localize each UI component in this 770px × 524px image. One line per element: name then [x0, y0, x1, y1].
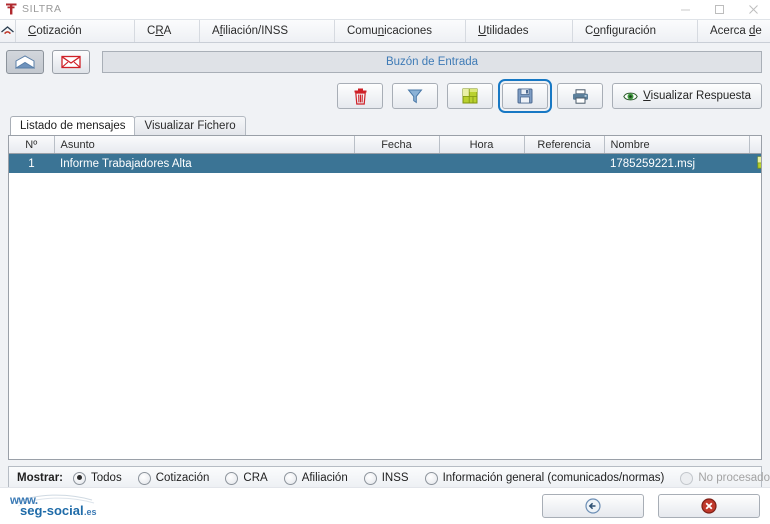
window-controls — [668, 0, 770, 18]
title-bar: SILTRA — [0, 0, 770, 19]
seg-social-logo: www. seg-social .es — [6, 490, 114, 523]
column-header-nombre[interactable]: Nombre — [604, 136, 750, 154]
menu-item-label: Utilidades — [478, 25, 529, 37]
radio-label: CRA — [243, 472, 268, 484]
view-response-label: Visualizar Respuesta — [643, 90, 751, 102]
column-header-numero[interactable]: Nº — [9, 136, 55, 154]
siltra-application-window: SILTRA Cotización CRA Afiliación/INSS Co… — [0, 0, 770, 524]
filter-button[interactable] — [392, 83, 439, 109]
radio-informacion-general[interactable]: Información general (comunicados/normas) — [424, 471, 665, 485]
tab-listado-de-mensajes[interactable]: Listado de mensajes — [10, 116, 136, 135]
view-response-button[interactable]: Visualizar Respuesta — [612, 83, 762, 109]
column-header-asunto[interactable]: Asunto — [54, 136, 355, 154]
mailbox-toolbar: Buzón de Entrada — [0, 43, 770, 77]
cell-action[interactable] — [749, 154, 761, 174]
footer-buttons — [542, 494, 760, 518]
mailbox-title: Buzón de Entrada — [385, 56, 479, 68]
funnel-icon — [407, 89, 423, 104]
close-button[interactable] — [736, 0, 770, 18]
close-window-button[interactable] — [658, 494, 760, 518]
minimize-button[interactable] — [668, 0, 702, 18]
menu-item-label: CRA — [147, 25, 172, 37]
svg-text:seg-social: seg-social — [20, 503, 84, 518]
menu-item-configuracion[interactable]: Configuración — [573, 20, 698, 42]
menu-item-label: Cotización — [28, 25, 82, 37]
mailbox-address-bar: Buzón de Entrada — [102, 51, 762, 73]
print-button[interactable] — [557, 83, 604, 109]
radio-no-procesados: No procesados — [680, 471, 770, 485]
tab-label: Listado de mensajes — [20, 120, 126, 132]
action-toolbar: Visualizar Respuesta — [0, 77, 770, 113]
spreadsheet-icon — [462, 88, 478, 104]
radio-label: Afiliación — [301, 472, 348, 484]
back-button[interactable] — [542, 494, 644, 518]
window-title: SILTRA — [22, 3, 62, 15]
messages-table[interactable]: Nº Asunto Fecha Hora Referencia Nombre 1… — [8, 135, 762, 460]
radio-label: No procesados — [698, 472, 770, 484]
envelope-open-icon — [15, 55, 35, 69]
siltra-logo-icon — [0, 0, 22, 18]
table-row[interactable]: 1 Informe Trabajadores Alta 1785259221.m… — [9, 153, 761, 174]
trash-icon — [354, 88, 367, 105]
radio-indicator — [73, 471, 87, 485]
radio-inss[interactable]: INSS — [363, 471, 409, 485]
radio-cotizacion[interactable]: Cotización — [137, 471, 210, 485]
menu-item-acerca-de[interactable]: Acerca de — [698, 20, 770, 42]
save-button[interactable] — [498, 79, 553, 113]
radio-label: Información general (comunicados/normas) — [442, 472, 665, 484]
radio-afiliacion[interactable]: Afiliación — [283, 471, 348, 485]
column-header-referencia[interactable]: Referencia — [524, 136, 605, 154]
menu-item-afiliacion-inss[interactable]: Afiliación/INSS — [200, 20, 335, 42]
tab-visualizar-fichero[interactable]: Visualizar Fichero — [134, 116, 246, 135]
floppy-disk-icon — [517, 88, 533, 104]
delete-button[interactable] — [337, 83, 384, 109]
radio-indicator — [424, 471, 438, 485]
radio-label: Todos — [91, 472, 122, 484]
export-excel-button[interactable] — [447, 83, 494, 109]
column-header-acciones[interactable] — [749, 136, 761, 154]
printer-icon — [572, 88, 588, 104]
cell-asunto: Informe Trabajadores Alta — [60, 157, 192, 170]
radio-indicator — [137, 471, 151, 485]
table-header-row: Nº Asunto Fecha Hora Referencia Nombre — [9, 136, 761, 154]
menu-item-cotizacion[interactable]: Cotización — [16, 20, 135, 42]
radio-label: Cotización — [155, 472, 210, 484]
cancel-icon — [701, 498, 717, 514]
tab-strip: Listado de mensajes Visualizar Fichero — [0, 115, 770, 135]
menu-item-label: Comunicaciones — [347, 25, 433, 37]
radio-indicator — [363, 471, 377, 485]
radio-indicator — [225, 471, 239, 485]
column-header-fecha[interactable]: Fecha — [354, 136, 440, 154]
radio-todos[interactable]: Todos — [73, 471, 122, 485]
cell-nombre: 1785259221.msj — [610, 157, 696, 170]
menu-item-label: Configuración — [585, 25, 656, 37]
maximize-button[interactable] — [702, 0, 736, 18]
footer-bar: www. seg-social .es — [0, 487, 770, 524]
menu-item-comunicaciones[interactable]: Comunicaciones — [335, 20, 466, 42]
home-icon[interactable] — [0, 20, 16, 42]
radio-label: INSS — [381, 472, 409, 484]
radio-cra[interactable]: CRA — [225, 471, 268, 485]
cell-referencia — [524, 154, 604, 174]
column-header-hora[interactable]: Hora — [439, 136, 525, 154]
svg-text:.es: .es — [84, 507, 97, 517]
menu-item-label: Afiliación/INSS — [212, 25, 289, 37]
eye-icon — [623, 92, 638, 100]
cell-hora — [439, 154, 524, 174]
envelope-closed-icon — [61, 55, 81, 69]
back-arrow-icon — [585, 498, 601, 514]
cell-fecha — [354, 154, 439, 174]
menu-item-utilidades[interactable]: Utilidades — [466, 20, 573, 42]
inbox-open-envelope-button[interactable] — [6, 50, 44, 74]
new-message-button[interactable] — [52, 50, 90, 74]
menu-item-label: Acerca de — [710, 25, 762, 37]
radio-indicator — [680, 471, 694, 485]
menu-item-cra[interactable]: CRA — [135, 20, 200, 42]
menu-bar: Cotización CRA Afiliación/INSS Comunicac… — [0, 19, 770, 43]
radio-indicator — [283, 471, 297, 485]
filter-label: Mostrar: — [17, 472, 64, 484]
cell-numero: 1 — [28, 157, 35, 170]
spreadsheet-icon — [756, 155, 761, 169]
tab-label: Visualizar Fichero — [144, 120, 236, 132]
